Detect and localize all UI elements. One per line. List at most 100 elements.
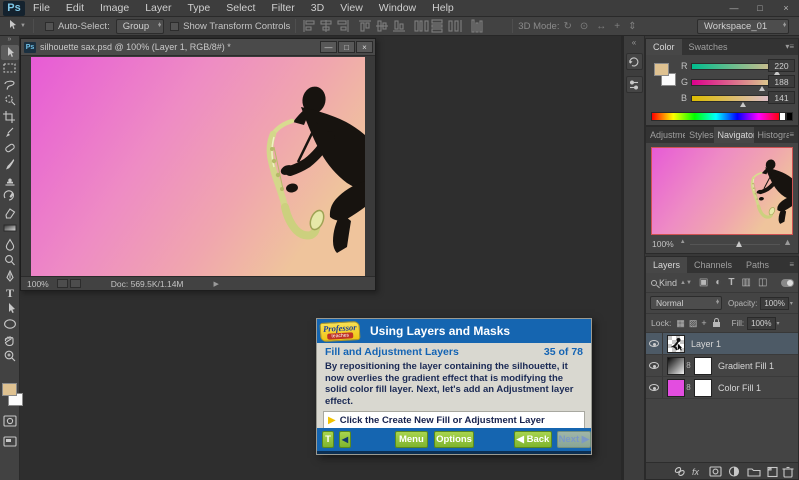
3d-orbit-icon[interactable]: ↻ [563,21,571,32]
navigator-zoom-slider[interactable]: ▲ ▲ [680,237,792,251]
new-adjustment-layer-icon[interactable] [730,467,739,476]
menu-filter[interactable]: Filter [263,0,302,17]
tool-crop[interactable] [3,111,15,123]
menu-help[interactable]: Help [424,0,462,17]
menu-layer[interactable]: Layer [137,0,179,17]
layer-row-color-fill[interactable]: 8 Color Fill 1 [646,377,798,399]
toolbar-collapse-icon[interactable]: » [0,36,19,44]
filter-kind-dropdown[interactable]: Kind [659,278,677,288]
tool-brush[interactable] [6,159,14,170]
3d-scale-icon[interactable]: ⇕ [628,21,636,32]
layer-row-gradient-fill[interactable]: 8 Gradient Fill 1 [646,355,798,377]
show-transform-checkbox[interactable] [170,22,179,31]
tab-paths[interactable]: Paths [739,257,776,273]
tool-spot-healing[interactable] [5,143,15,152]
app-maximize-button[interactable]: □ [747,1,773,16]
status-icon-2[interactable] [70,279,81,288]
tool-blur[interactable] [6,240,13,251]
navigator-preview[interactable] [651,147,793,235]
layer1-visibility[interactable] [646,333,663,354]
red-value[interactable]: 220 [768,59,795,72]
tool-preset-arrow-icon[interactable]: ▼ [20,23,26,29]
tool-type[interactable]: T [6,286,14,300]
gradient-fill-visibility[interactable] [646,355,663,376]
zoom-out-icon[interactable]: ▲ [680,239,686,245]
tool-hand[interactable] [5,337,13,346]
tool-shape-ellipse[interactable] [5,320,16,328]
delete-layer-icon[interactable] [783,468,794,478]
foreground-color-swatch[interactable] [2,383,17,396]
layers-panel-menu-icon[interactable]: ≡ [789,257,798,273]
zoom-level[interactable]: 100% [27,279,49,289]
color-spectrum-ramp[interactable] [651,112,781,121]
tab-color[interactable]: Color [646,39,682,55]
quick-mask-icon[interactable] [4,416,16,426]
tool-dodge[interactable] [6,256,15,265]
color-fill-thumbnail[interactable] [667,379,685,397]
history-panel-button[interactable] [626,53,643,70]
tab-swatches[interactable]: Swatches [682,39,735,55]
options-button[interactable]: Options [434,431,474,448]
navigator-zoom-value[interactable]: 100% [652,239,674,249]
status-flyout-arrow-icon[interactable]: ▶ [214,280,219,288]
menu-view[interactable]: View [332,0,371,17]
color-fill-visibility[interactable] [646,377,663,398]
tab-styles[interactable]: Styles [685,127,713,143]
tool-clone-stamp[interactable] [6,179,15,185]
color-swatches-control[interactable] [0,379,19,413]
canvas[interactable] [31,57,365,279]
tab-channels[interactable]: Channels [687,257,739,273]
menu-window[interactable]: Window [371,0,424,17]
filter-smart-objects-icon[interactable]: ◫ [758,277,767,288]
lock-transparency-icon[interactable]: ▦ [676,318,685,329]
fill-dropdown-icon[interactable]: ▾ [777,320,780,327]
tab-layers[interactable]: Layers [646,257,687,273]
tool-pen[interactable] [7,271,13,281]
blue-value[interactable]: 141 [768,91,795,104]
spectrum-black-swatch[interactable] [786,112,793,121]
opacity-dropdown-icon[interactable]: ▾ [790,300,793,307]
filter-toggle-switch[interactable] [781,279,794,287]
blend-mode-dropdown[interactable]: Normal [650,296,722,310]
filter-pixel-layers-icon[interactable]: ▣ [699,277,708,288]
tool-lasso[interactable] [5,81,14,89]
new-layer-icon[interactable] [768,468,777,477]
3d-slide-icon[interactable]: + [614,21,620,32]
green-value[interactable]: 188 [768,75,795,88]
tab-histogram[interactable]: Histogra [754,127,790,143]
menu-select[interactable]: Select [218,0,263,17]
3d-pan-icon[interactable]: ↔ [596,21,606,32]
menu-edit[interactable]: Edit [58,0,92,17]
workspace-dropdown[interactable]: Workspace_01 [697,19,789,34]
menu-file[interactable]: File [25,0,58,17]
menu-3d[interactable]: 3D [303,0,332,17]
tool-gradient[interactable] [4,225,16,231]
auto-select-checkbox[interactable] [45,22,54,31]
text-mode-button[interactable]: T [322,431,334,448]
add-layer-mask-icon[interactable] [710,467,721,476]
document-titlebar[interactable]: Ps silhouette sax.psd @ 100% (Layer 1, R… [21,39,375,56]
tutorial-header[interactable]: Professor teaches Using Layers and Masks [317,319,591,343]
properties-panel-button[interactable] [626,76,643,93]
blue-slider-thumb[interactable] [740,102,746,107]
3d-roll-icon[interactable]: ⊙ [580,21,588,32]
next-button-disabled[interactable]: Next ▶ [557,431,591,448]
app-minimize-button[interactable]: — [721,1,747,16]
tool-history-brush[interactable] [4,191,14,200]
zoom-in-icon[interactable]: ▲ [783,237,792,247]
menu-image[interactable]: Image [92,0,137,17]
fill-value[interactable]: 100% [747,317,775,330]
gradient-fill-mask-thumbnail[interactable] [694,357,712,375]
filter-shape-layers-icon[interactable]: ▥ [742,277,751,288]
color-panel-foreground-swatch[interactable] [654,63,669,76]
lock-all-icon[interactable] [713,322,720,327]
app-close-button[interactable]: × [773,1,799,16]
screen-mode-icon[interactable] [4,437,16,446]
link-layers-icon[interactable] [674,467,685,477]
menu-type[interactable]: Type [179,0,218,17]
auto-select-target-dropdown[interactable]: Group [116,19,164,34]
spectrum-white-swatch[interactable] [779,112,786,121]
doc-close-button[interactable]: × [356,41,373,53]
tool-path-selection[interactable] [9,303,15,313]
gradient-fill-thumbnail[interactable] [667,357,685,375]
